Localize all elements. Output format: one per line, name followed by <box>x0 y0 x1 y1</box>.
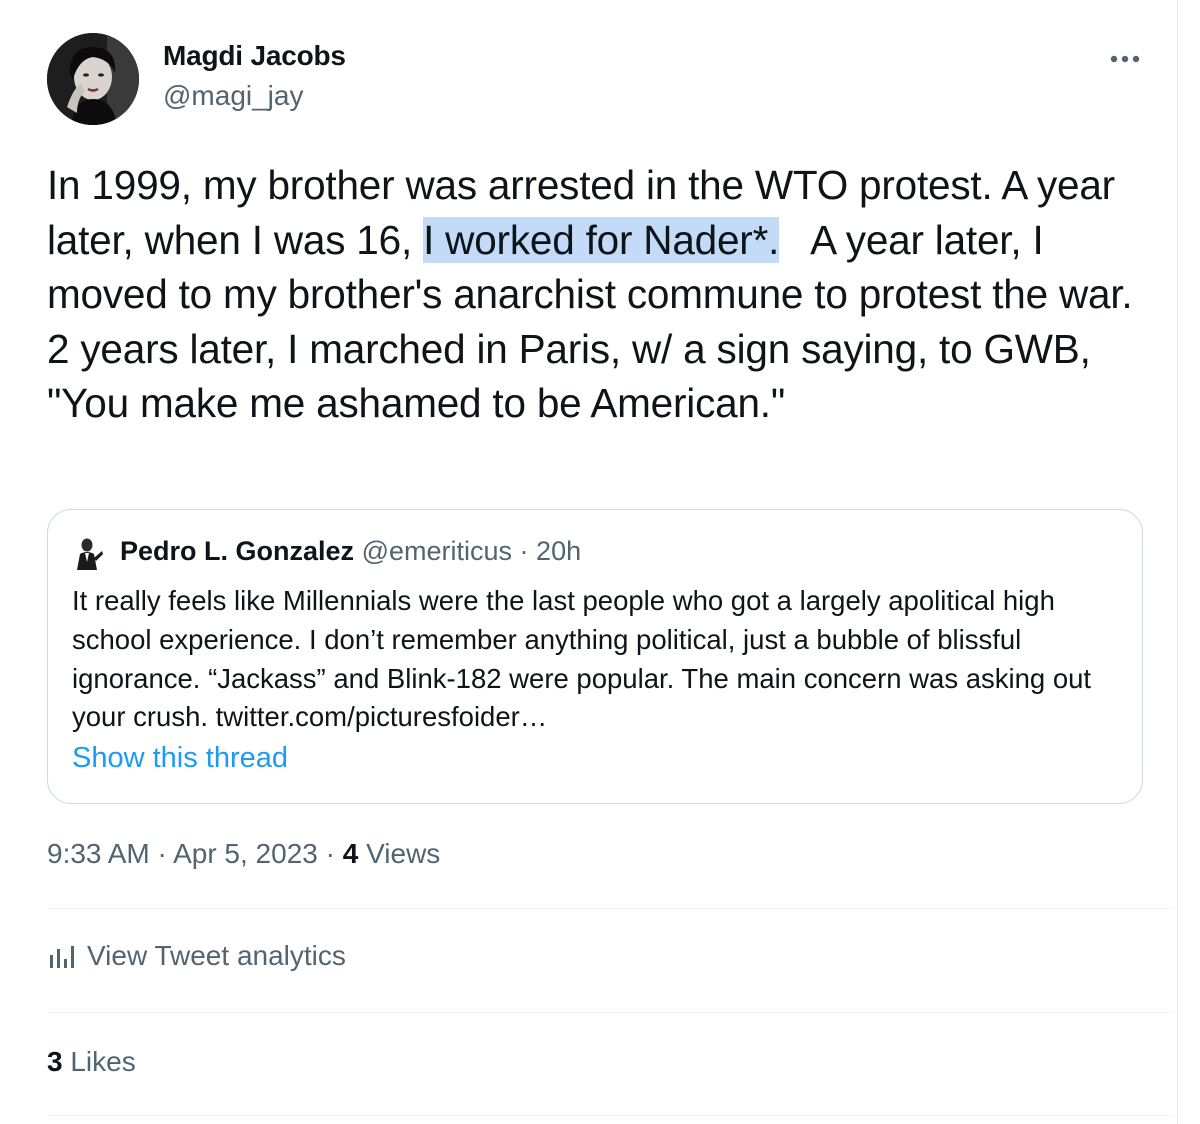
quoted-author-avatar <box>72 536 106 570</box>
views-label: Views <box>366 838 441 869</box>
separator-dot: · <box>519 536 529 566</box>
tweet-date[interactable]: Apr 5, 2023 <box>173 838 318 869</box>
tweet-time[interactable]: 9:33 AM <box>47 838 150 869</box>
divider <box>47 1115 1175 1116</box>
quoted-author-handle[interactable]: @emeriticus <box>362 536 512 566</box>
tweet-timestamp-row: 9:33 AM · Apr 5, 2023 · 4 Views <box>47 838 440 870</box>
separator-dot: · <box>157 838 167 869</box>
divider <box>47 908 1175 909</box>
highlighted-text: I worked for Nader*. <box>423 216 780 263</box>
scrollbar-edge <box>1177 0 1200 1124</box>
more-options-button[interactable] <box>1103 44 1147 74</box>
separator-dot: · <box>325 838 335 869</box>
author-handle[interactable]: @magi_jay <box>163 80 303 112</box>
bar-chart-icon <box>50 946 74 968</box>
divider <box>47 1012 1175 1013</box>
quoted-tweet-text: It really feels like Millennials were th… <box>72 585 1092 733</box>
view-analytics-label: View Tweet analytics <box>87 940 346 971</box>
quoted-author-name[interactable]: Pedro L. Gonzalez <box>120 536 354 566</box>
likes-link[interactable]: 3 Likes <box>47 1046 136 1078</box>
author-avatar[interactable] <box>47 33 139 125</box>
show-thread-link[interactable]: Show this thread <box>72 742 288 775</box>
views-count: 4 <box>342 838 359 869</box>
quoted-tweet-card[interactable]: Pedro L. Gonzalez @emeriticus · 20h It r… <box>47 509 1143 804</box>
view-analytics-button[interactable]: View Tweet analytics <box>47 940 346 972</box>
tweet-text: In 1999, my brother was arrested in the … <box>47 158 1147 431</box>
author-name[interactable]: Magdi Jacobs <box>163 40 346 72</box>
quoted-tweet-time[interactable]: 20h <box>536 536 581 566</box>
quoted-tweet-header: Pedro L. Gonzalez @emeriticus · 20h <box>120 536 581 567</box>
more-horizontal-icon <box>1110 55 1140 63</box>
likes-label: Likes <box>70 1046 136 1077</box>
likes-count: 3 <box>47 1046 63 1077</box>
